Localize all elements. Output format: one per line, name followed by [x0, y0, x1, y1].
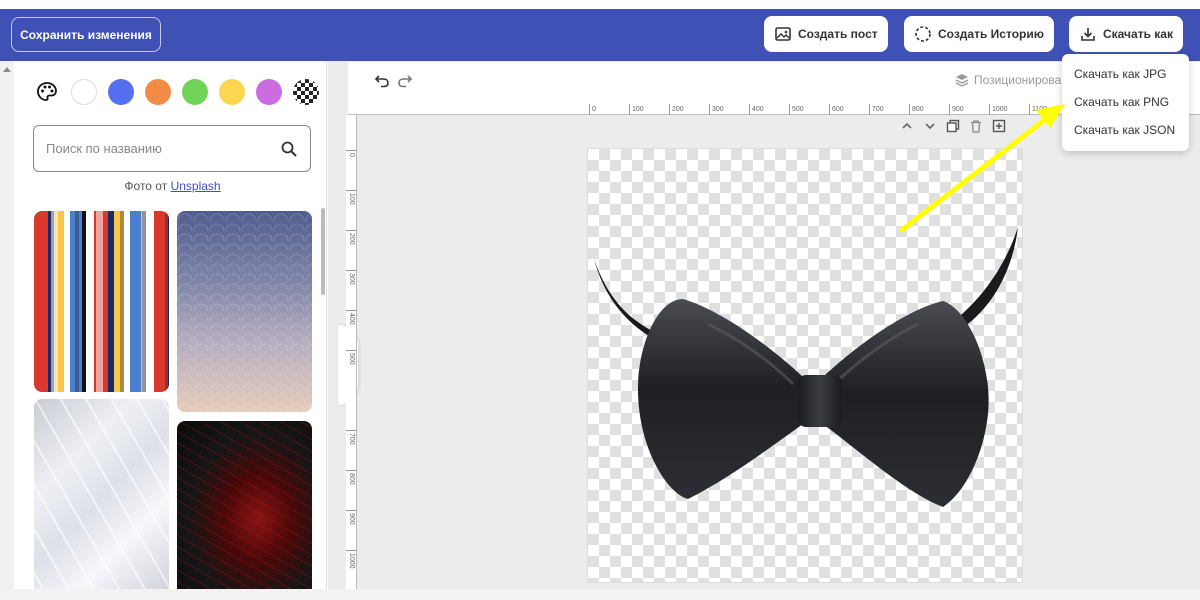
photo-credit-prefix: Фото от: [124, 179, 168, 193]
ruler-tick: 900: [949, 104, 964, 115]
swatch-yellow[interactable]: [219, 79, 245, 105]
download-icon: [1081, 28, 1095, 41]
bring-forward-icon[interactable]: [900, 119, 914, 133]
save-changes-button[interactable]: Сохранить изменения: [11, 17, 161, 52]
ruler-tick-label: 400: [348, 313, 355, 325]
ruler-tick: 800: [909, 104, 924, 115]
ruler-tick: 400: [346, 310, 357, 325]
ruler-tick: 0: [346, 150, 357, 157]
ruler-tick: 200: [346, 230, 357, 245]
ruler-tick: 700: [869, 104, 884, 115]
ruler-tick: 300: [346, 270, 357, 285]
unsplash-link[interactable]: Unsplash: [171, 179, 221, 193]
ruler-tick: 900: [346, 510, 357, 525]
palette-icon[interactable]: [34, 79, 60, 105]
trash-icon[interactable]: [969, 119, 983, 133]
positioning-button[interactable]: Позиционирова: [955, 73, 1061, 87]
ruler-tick: 200: [669, 104, 684, 115]
color-swatches: [34, 79, 319, 105]
ruler-tick-label: 500: [348, 353, 355, 365]
ruler-tick: 1100: [1029, 104, 1047, 115]
ruler-tick: 600: [829, 104, 844, 115]
layers-icon: [955, 74, 969, 87]
download-jpg-item[interactable]: Скачать как JPG: [1062, 60, 1189, 88]
scroll-up-icon[interactable]: [3, 67, 11, 72]
bow-tie-image[interactable]: [588, 149, 1024, 584]
search-box[interactable]: [33, 125, 311, 172]
ruler-tick-label: 700: [348, 433, 355, 445]
create-post-button[interactable]: Создать пост: [764, 16, 888, 52]
ruler-tick-label: 100: [348, 193, 355, 205]
ruler-tick-label: 900: [348, 513, 355, 525]
create-post-label: Создать пост: [798, 27, 878, 41]
download-as-button[interactable]: Скачать как: [1069, 16, 1183, 52]
duplicate-icon[interactable]: [946, 119, 960, 133]
ruler-tick-label: 0: [348, 153, 355, 157]
send-backward-icon[interactable]: [923, 119, 937, 133]
download-menu: Скачать как JPG Скачать как PNG Скачать …: [1062, 54, 1189, 151]
photo-thumbnail-gradient-pattern[interactable]: [177, 211, 312, 412]
story-circle-icon: [915, 26, 931, 42]
create-story-label: Создать Историю: [938, 27, 1044, 41]
positioning-label: Позиционирова: [974, 73, 1062, 87]
photo-credit: Фото от Unsplash: [0, 179, 345, 193]
ruler-tick: 500: [346, 350, 357, 365]
redo-icon[interactable]: [397, 74, 413, 88]
left-panel: Фото от Unsplash: [0, 61, 327, 600]
download-as-label: Скачать как: [1103, 27, 1173, 41]
swatch-green[interactable]: [182, 79, 208, 105]
create-story-button[interactable]: Создать Историю: [904, 16, 1054, 52]
ruler-tick: 400: [749, 104, 764, 115]
thumbnails-scrollbar-thumb[interactable]: [321, 208, 325, 295]
ruler-tick-label: 800: [348, 473, 355, 485]
ruler-tick: 500: [789, 104, 804, 115]
add-layer-icon[interactable]: [992, 119, 1006, 133]
left-scrollbar[interactable]: [0, 61, 14, 600]
swatch-transparent[interactable]: [293, 79, 319, 105]
ruler-tick: 700: [346, 430, 357, 445]
photo-thumbnail-white-waves[interactable]: [34, 399, 169, 599]
ruler-tick-label: 200: [348, 233, 355, 245]
ruler-tick: 1000: [346, 550, 357, 569]
search-icon[interactable]: [280, 140, 298, 158]
ruler-tick-label: 300: [348, 273, 355, 285]
bottom-strip: [0, 589, 1200, 600]
photo-thumbnail-dark-red-fractal[interactable]: [177, 421, 312, 599]
ruler-tick: 1000: [989, 104, 1008, 115]
object-toolbar: [900, 119, 1006, 133]
download-png-item[interactable]: Скачать как PNG: [1062, 88, 1189, 116]
swatch-blue[interactable]: [108, 79, 134, 105]
ruler-tick: 0: [589, 104, 596, 115]
ruler-tick: 300: [709, 104, 724, 115]
search-input[interactable]: [46, 141, 280, 156]
ruler-tick: 100: [346, 190, 357, 205]
download-json-item[interactable]: Скачать как JSON: [1062, 116, 1189, 144]
vertical-ruler: 0 100 200 300 400 500 700 800 900 1000: [346, 115, 357, 589]
swatch-purple[interactable]: [256, 79, 282, 105]
ruler-tick: 100: [629, 104, 644, 115]
ruler-tick-label: 1000: [348, 553, 355, 569]
artboard[interactable]: [587, 148, 1023, 583]
swatch-orange[interactable]: [145, 79, 171, 105]
undo-icon[interactable]: [374, 74, 390, 88]
swatch-white[interactable]: [71, 79, 97, 105]
photo-thumbnail-colorful-blocks[interactable]: [34, 211, 169, 392]
ruler-tick: 800: [346, 470, 357, 485]
top-bar: Сохранить изменения Создать пост Создать…: [0, 9, 1200, 61]
image-icon: [775, 27, 791, 41]
